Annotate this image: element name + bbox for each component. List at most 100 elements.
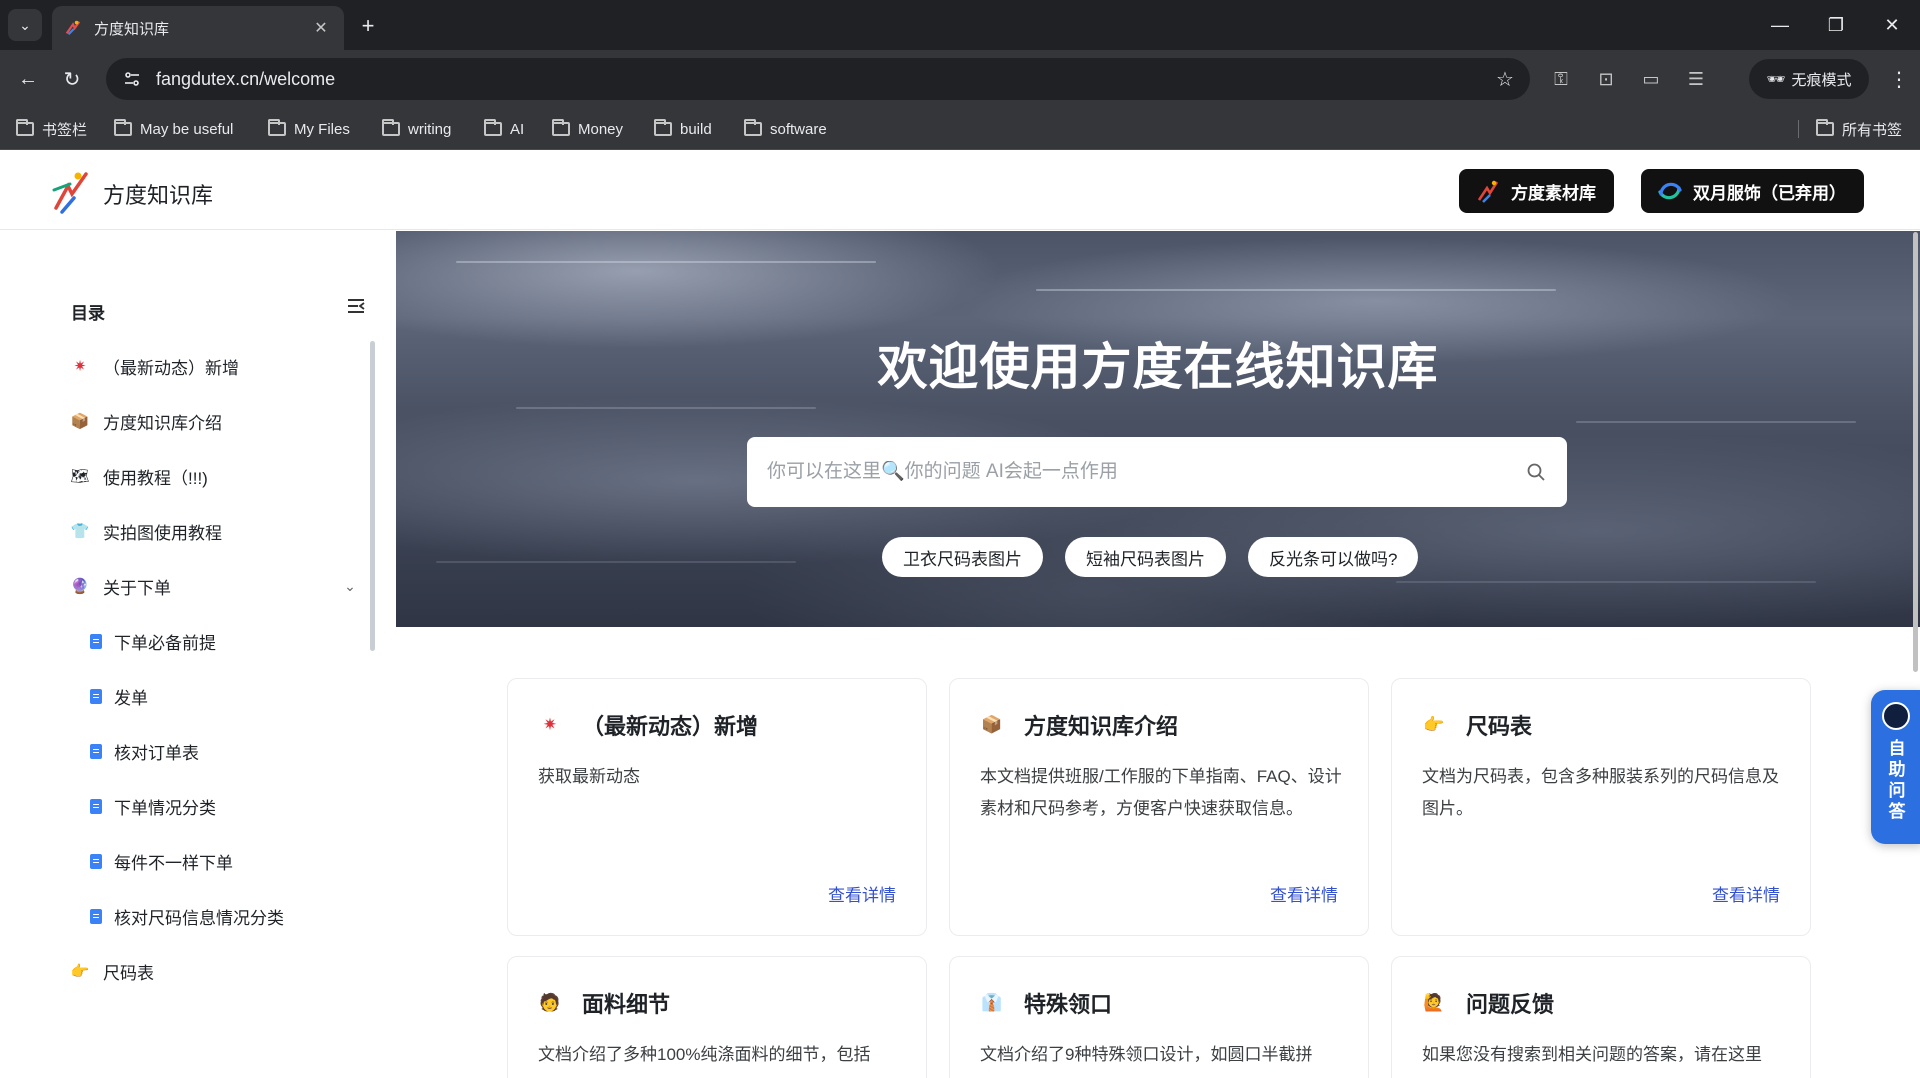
reload-icon: ↻ — [63, 68, 81, 91]
card-size-chart[interactable]: 👉 尺码表 文档为尺码表，包含多种服装系列的尺码信息及图片。 查看详情 — [1391, 678, 1811, 936]
folder-icon — [16, 119, 34, 136]
toc-item-latest[interactable]: ✷ （最新动态）新增 — [71, 351, 239, 381]
sphere-icon: 🔮 — [70, 578, 90, 595]
incognito-indicator[interactable]: 🕶 无痕模式 — [1749, 59, 1869, 99]
browser-tab-active[interactable]: 方度知识库 ✕ — [52, 6, 344, 50]
tab-search-button[interactable]: ⌄ — [8, 9, 42, 41]
material-library-button[interactable]: 方度素材库 — [1459, 169, 1614, 213]
suggestion-chip[interactable]: 反光条可以做吗? — [1248, 537, 1419, 577]
suggestion-chip[interactable]: 卫衣尺码表图片 — [882, 537, 1043, 577]
chevron-down-icon: ⌄ — [19, 16, 31, 33]
toc-item-photo-tutorial[interactable]: 👕 实拍图使用教程 — [71, 516, 222, 546]
card-intro[interactable]: 📦 方度知识库介绍 本文档提供班服/工作服的下单指南、FAQ、设计素材和尺码参考… — [949, 678, 1369, 936]
all-bookmarks-folder[interactable]: 所有书签 — [1816, 116, 1902, 142]
site-title[interactable]: 方度知识库 — [103, 178, 213, 210]
screenshot-icon[interactable]: ⊡ — [1590, 63, 1622, 95]
toc-subitem[interactable]: 每件不一样下单 — [90, 846, 233, 876]
browser-tab-bar: ⌄ 方度知识库 ✕ + — ❐ ✕ — [0, 0, 1920, 50]
card-description: 获取最新动态 — [538, 767, 640, 786]
pointing-hand-icon: 👉 — [70, 963, 90, 980]
bookmarks-divider — [1798, 120, 1799, 138]
card-title: （最新动态）新增 — [582, 714, 759, 739]
brand-logo-icon — [1477, 180, 1499, 203]
arrow-left-icon: ← — [18, 67, 38, 90]
search-box[interactable] — [747, 437, 1567, 507]
toc-subitem[interactable]: 核对尺码信息情况分类 — [90, 901, 284, 931]
incognito-label: 无痕模式 — [1791, 71, 1852, 89]
reading-list-icon[interactable]: ☰ — [1680, 63, 1712, 95]
pointing-hand-icon: 👉 — [1423, 715, 1445, 734]
cloud-streak — [1036, 289, 1556, 291]
password-key-icon[interactable]: ⚿ — [1545, 63, 1577, 95]
close-window-button[interactable]: ✕ — [1864, 0, 1920, 50]
sparkle-icon: ✷ — [73, 358, 87, 375]
search-input[interactable] — [767, 461, 1525, 483]
toc-item-tutorial[interactable]: 🗺 使用教程（!!!) — [70, 461, 207, 491]
help-label: 自助问答 — [1888, 739, 1906, 821]
suggestion-chip[interactable]: 短袖尺码表图片 — [1065, 537, 1226, 577]
cloud-streak — [516, 407, 816, 409]
card-title: 方度知识库介绍 — [1024, 714, 1179, 739]
cloud-streak — [1576, 421, 1856, 423]
self-service-qa-button[interactable]: 自助问答 — [1871, 690, 1920, 844]
bookmark-folder[interactable]: Money — [552, 116, 623, 142]
shuangyue-apparel-button[interactable]: 双月服饰（已弃用） — [1641, 169, 1864, 213]
document-icon — [90, 743, 102, 759]
sidebar-scrollbar[interactable] — [370, 341, 375, 651]
view-details-link[interactable]: 查看详情 — [1270, 881, 1338, 906]
toc-subitem[interactable]: 发单 — [90, 681, 148, 711]
toc-subitem[interactable]: 下单必备前提 — [90, 626, 216, 656]
document-icon — [90, 908, 102, 924]
bookmarks-bar: 书签栏 May be useful My Files writing AI Mo… — [0, 108, 1920, 150]
bookmark-folder[interactable]: software — [744, 116, 827, 142]
toc-item-intro[interactable]: 📦 方度知识库介绍 — [71, 406, 222, 436]
card-feedback[interactable]: 🙋 问题反馈 如果您没有搜索到相关问题的答案，请在这里 — [1391, 956, 1811, 1078]
site-logo[interactable] — [50, 168, 90, 214]
bookmark-star-icon[interactable]: ☆ — [1488, 62, 1522, 96]
document-icon — [90, 633, 102, 649]
toc-subitem[interactable]: 核对订单表 — [90, 736, 199, 766]
url-text: fangdutex.cn/welcome — [156, 68, 336, 89]
chevron-down-icon[interactable]: ⌄ — [340, 576, 360, 596]
folder-icon — [484, 119, 502, 136]
minimize-button[interactable]: — — [1752, 0, 1808, 50]
browser-menu-icon[interactable]: ⋮ — [1884, 63, 1914, 95]
view-details-link[interactable]: 查看详情 — [1712, 881, 1780, 906]
bookmark-folder[interactable]: My Files — [268, 116, 350, 142]
restore-button[interactable]: ❐ — [1808, 0, 1864, 50]
cloud-streak — [1396, 581, 1816, 583]
card-fabric[interactable]: 🧑 面料细节 文档介绍了多种100%纯涤面料的细节，包括 — [507, 956, 927, 1078]
reload-button[interactable]: ↻ — [56, 63, 88, 95]
address-bar[interactable]: fangdutex.cn/welcome ☆ — [106, 58, 1530, 100]
tab-close-icon[interactable]: ✕ — [310, 17, 332, 39]
page-scrollbar[interactable] — [1913, 232, 1918, 672]
view-details-link[interactable]: 查看详情 — [828, 881, 896, 906]
site-info-icon[interactable] — [118, 65, 146, 93]
new-tab-button[interactable]: + — [354, 12, 382, 40]
bookmark-folder[interactable]: 书签栏 — [16, 116, 87, 142]
card-collar[interactable]: 👔 特殊领口 文档介绍了9种特殊领口设计，如圆口半截拼 — [949, 956, 1369, 1078]
cloud-streak — [456, 261, 876, 263]
bookmark-folder[interactable]: AI — [484, 116, 524, 142]
toc-subitem[interactable]: 下单情况分类 — [90, 791, 216, 821]
map-icon: 🗺 — [70, 468, 90, 485]
collapse-sidebar-icon[interactable] — [345, 295, 367, 317]
browser-toolbar: ← ↻ fangdutex.cn/welcome ☆ ⚿ ⊡ ▭ ☰ 🕶 无痕模… — [0, 50, 1920, 108]
sparkle-icon: ✷ — [542, 715, 558, 734]
package-icon: 📦 — [981, 715, 1003, 734]
bookmark-folder[interactable]: build — [654, 116, 712, 142]
card-latest[interactable]: ✷ （最新动态）新增 获取最新动态 查看详情 — [507, 678, 927, 936]
card-description: 文档介绍了多种100%纯涤面料的细节，包括 — [538, 1045, 871, 1064]
toc-item-ordering[interactable]: 🔮 关于下单 — [71, 571, 171, 601]
card-description: 本文档提供班服/工作服的下单指南、FAQ、设计素材和尺码参考，方便客户快速获取信… — [980, 767, 1342, 818]
bookmark-folder[interactable]: writing — [382, 116, 451, 142]
cast-icon[interactable]: ▭ — [1635, 63, 1667, 95]
hero-title: 欢迎使用方度在线知识库 — [877, 339, 1439, 395]
back-button[interactable]: ← — [12, 63, 44, 95]
tab-title: 方度知识库 — [94, 20, 170, 38]
bookmark-folder[interactable]: May be useful — [114, 116, 233, 142]
folder-icon — [1816, 119, 1834, 136]
toc-item-size-chart[interactable]: 👉 尺码表 — [71, 956, 154, 986]
search-icon[interactable] — [1525, 461, 1547, 483]
folder-icon — [552, 119, 570, 136]
